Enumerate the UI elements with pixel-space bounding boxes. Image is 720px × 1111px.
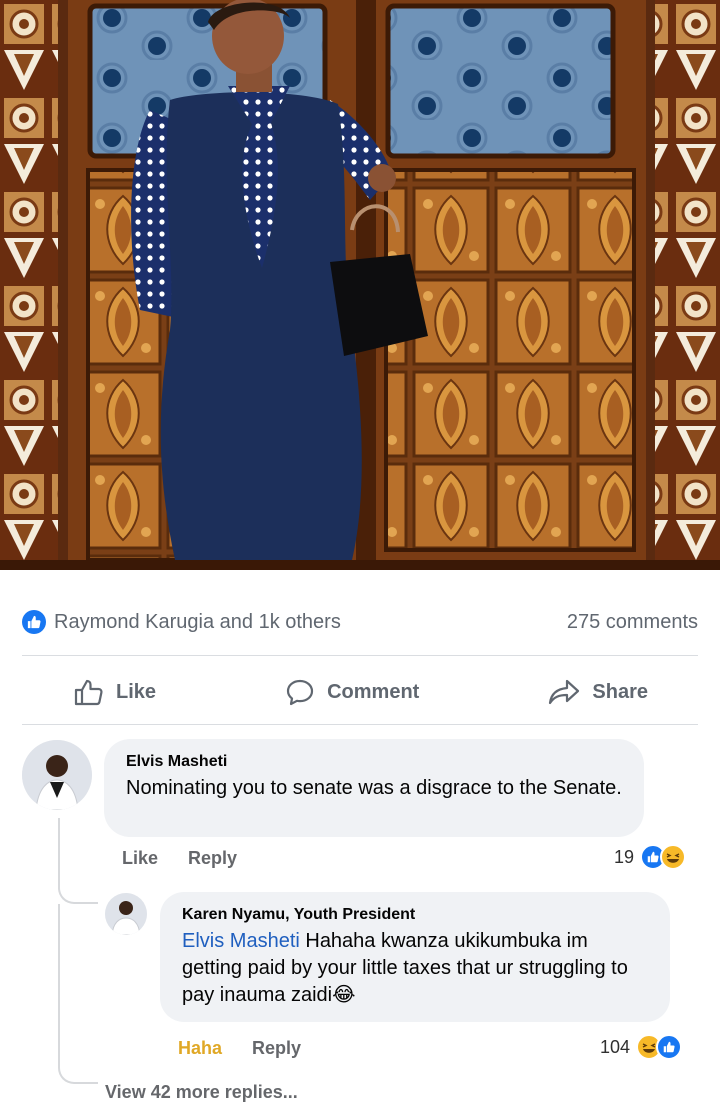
haha-reaction-icon	[660, 844, 686, 870]
view-more-replies-link[interactable]: View 42 more replies...	[105, 1082, 298, 1103]
share-label: Share	[592, 680, 648, 703]
thumbs-up-icon	[74, 679, 103, 706]
reply-meta: Haha Reply	[178, 1038, 301, 1059]
avatar[interactable]	[22, 740, 92, 810]
comment-like-button[interactable]: Like	[122, 848, 158, 869]
reply-text: Elvis Masheti Hahaha kwanza ukikumbuka i…	[182, 928, 648, 1009]
like-button[interactable]: Like	[74, 678, 156, 706]
divider	[22, 655, 698, 656]
reactions-link[interactable]: Raymond Karugia and 1k others	[22, 610, 341, 634]
thread-connector	[58, 904, 98, 1084]
comment-button[interactable]: Comment	[285, 678, 419, 706]
thread-connector	[58, 818, 98, 904]
reply-reply-button[interactable]: Reply	[252, 1038, 301, 1059]
reaction-count: 19	[613, 846, 634, 867]
comment-meta: Like Reply	[122, 848, 237, 869]
comment-bubble-icon	[286, 679, 314, 706]
comment-label: Comment	[327, 680, 420, 703]
comment-reactions[interactable]: 19	[614, 844, 686, 870]
comment-bubble: Elvis Masheti Nominating you to senate w…	[104, 739, 644, 837]
comment-author[interactable]: Elvis Masheti	[126, 753, 622, 771]
like-reaction-icon	[22, 610, 46, 634]
avatar-image	[105, 893, 147, 935]
post-photo[interactable]	[0, 0, 720, 570]
reactions-text: Raymond Karugia and 1k others	[54, 610, 341, 633]
post-actions: Like Comment Share	[22, 668, 698, 716]
share-arrow-icon	[549, 679, 580, 705]
avatar-image	[22, 740, 92, 810]
comment-reply-button[interactable]: Reply	[188, 848, 237, 869]
reply-bubble: Karen Nyamu, Youth President Elvis Mashe…	[160, 892, 670, 1022]
comment-text: Nominating you to senate was a disgrace …	[126, 777, 622, 799]
comments-count[interactable]: 275 comments	[567, 611, 698, 634]
reply-reaction-button[interactable]: Haha	[178, 1038, 222, 1059]
laughing-emoji: 😂	[332, 984, 356, 1006]
reaction-summary: Raymond Karugia and 1k others 275 commen…	[22, 604, 698, 640]
avatar[interactable]	[105, 893, 147, 935]
reply-reactions[interactable]: 104	[600, 1034, 682, 1060]
reply-author[interactable]: Karen Nyamu, Youth President	[182, 906, 648, 924]
divider	[22, 724, 698, 725]
photo-illustration	[0, 0, 720, 570]
reaction-count: 104	[599, 1036, 630, 1057]
like-label: Like	[116, 680, 157, 703]
share-button[interactable]: Share	[548, 678, 648, 706]
like-reaction-icon	[656, 1034, 682, 1060]
mention-link[interactable]: Elvis Masheti	[182, 930, 300, 952]
